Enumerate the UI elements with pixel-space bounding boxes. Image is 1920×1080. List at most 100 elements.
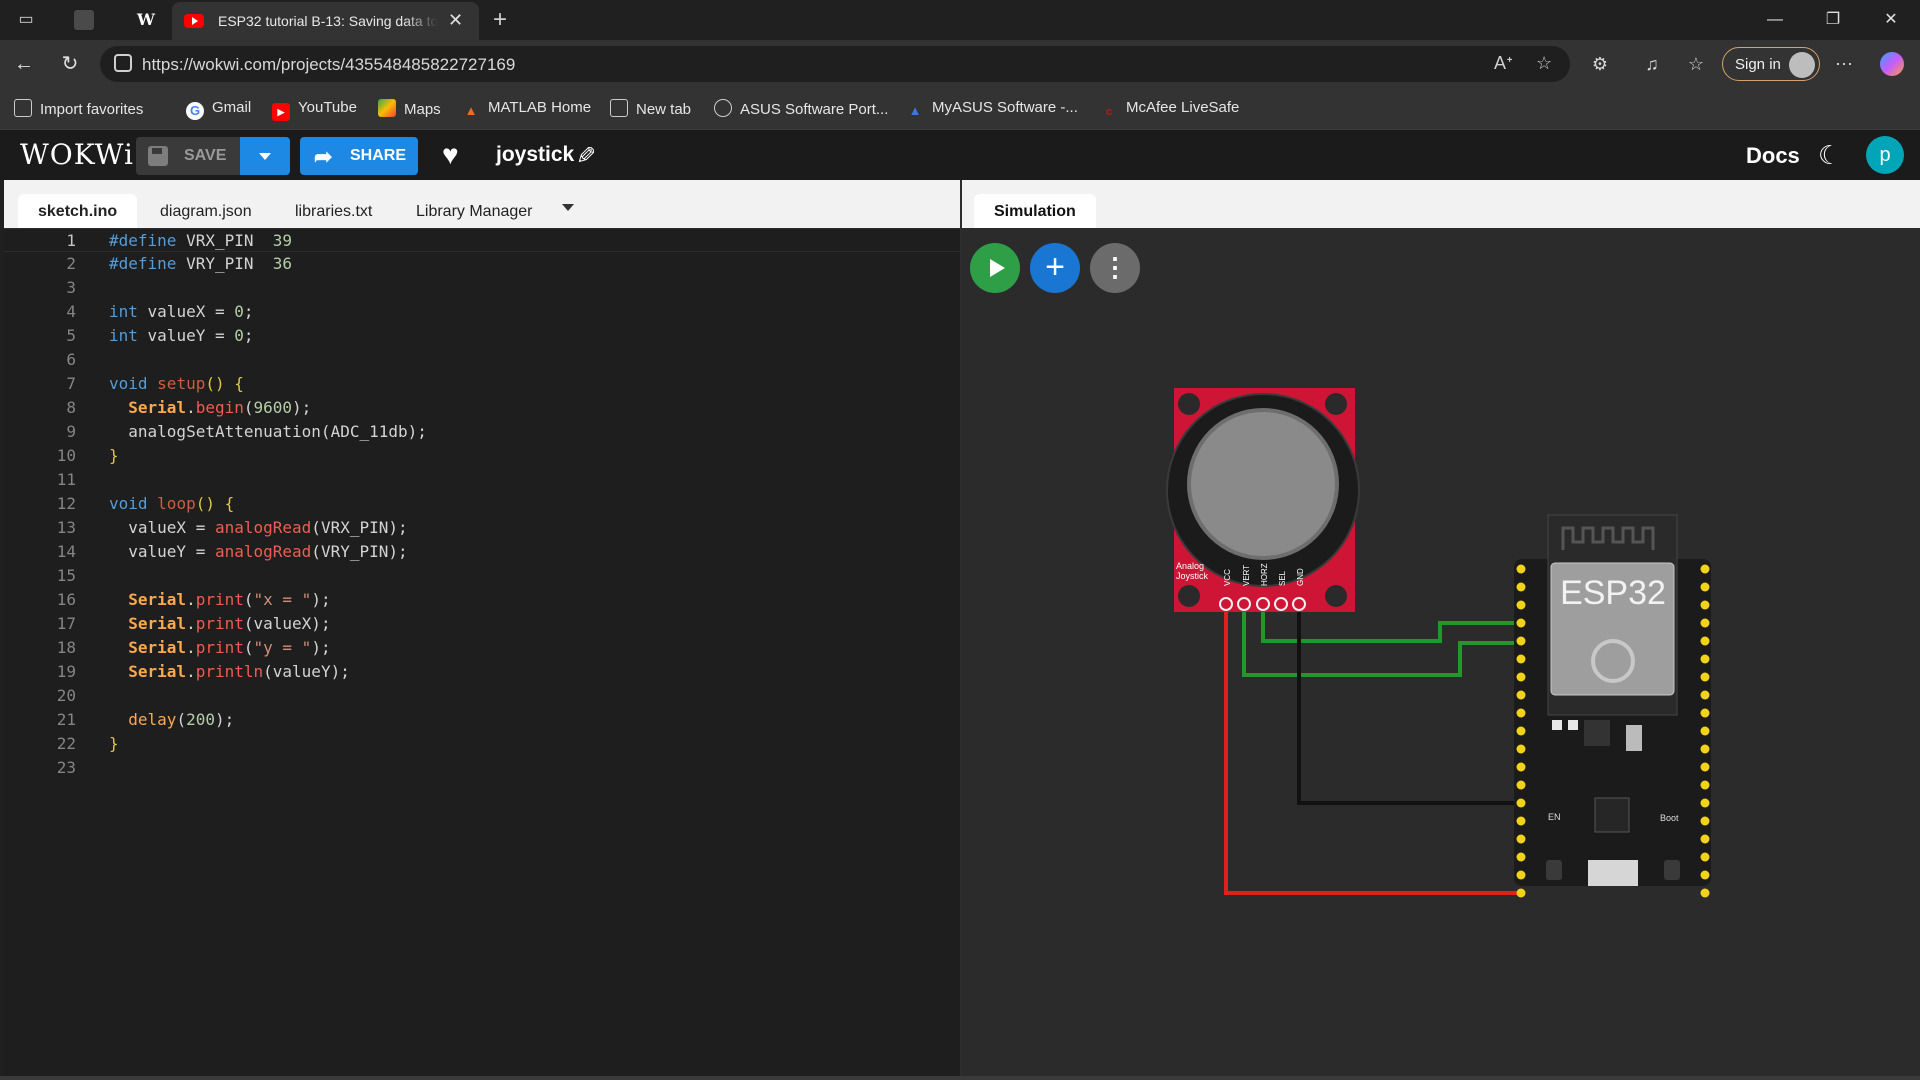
header-pin[interactable] <box>1516 888 1526 898</box>
sign-in-button[interactable]: Sign in <box>1722 47 1820 81</box>
usb-chip <box>1594 797 1630 833</box>
header-pin[interactable] <box>1700 834 1710 844</box>
header-pin[interactable] <box>1516 780 1526 790</box>
header-pin[interactable] <box>1516 690 1526 700</box>
header-pin[interactable] <box>1700 600 1710 610</box>
minimize-icon[interactable]: — <box>1752 6 1798 34</box>
pin-sel[interactable] <box>1274 597 1288 611</box>
new-tab-icon[interactable]: + <box>488 8 512 32</box>
wokwi-tab-favicon-icon[interactable]: W <box>134 8 158 32</box>
tab-active[interactable]: ESP32 tutorial B-13: Saving data to ✕ <box>172 2 479 40</box>
boot-button[interactable] <box>1664 860 1680 880</box>
header-pin[interactable] <box>1700 618 1710 628</box>
pin-vcc[interactable] <box>1219 597 1233 611</box>
header-pin[interactable] <box>1516 762 1526 772</box>
bookmark-mcafee[interactable]: ᴄ McAfee LiveSafe <box>1100 99 1239 119</box>
esp32-devkit[interactable]: ESP32 EN Boot <box>1514 514 1711 898</box>
bookmark-gmail[interactable]: G Gmail <box>186 99 251 120</box>
bookmark-asus-software[interactable]: ASUS Software Port... <box>714 99 888 119</box>
user-avatar[interactable]: p <box>1866 136 1904 174</box>
favorites-icon[interactable]: ☆ <box>1684 52 1708 76</box>
extensions-icon[interactable]: ⚙ <box>1588 52 1612 76</box>
code-area[interactable]: 1 #define VRX_PIN 39 2 #define VRY_PIN 36 … <box>4 228 960 1076</box>
project-name[interactable]: joystick <box>496 143 574 167</box>
line-number: 12 <box>56 494 76 513</box>
save-button[interactable]: SAVE <box>136 137 240 175</box>
back-icon[interactable]: ← <box>12 52 36 76</box>
url-text[interactable]: https://wokwi.com/projects/4355484858227… <box>142 55 515 75</box>
header-pin[interactable] <box>1700 870 1710 880</box>
header-pin[interactable] <box>1516 564 1526 574</box>
header-pin[interactable] <box>1516 618 1526 628</box>
header-pin[interactable] <box>1516 672 1526 682</box>
save-dropdown-button[interactable] <box>240 137 290 175</box>
tab-diagram-json[interactable]: diagram.json <box>160 194 252 228</box>
like-heart-icon[interactable]: ♥ <box>442 140 459 170</box>
header-pin[interactable] <box>1700 726 1710 736</box>
tab-sketch-ino[interactable]: sketch.ino <box>18 194 138 228</box>
address-bar[interactable]: https://wokwi.com/projects/4355484858227… <box>100 46 1570 82</box>
tab-favicon-icon[interactable] <box>74 10 94 30</box>
header-pin[interactable] <box>1516 798 1526 808</box>
pin-gnd[interactable] <box>1292 597 1306 611</box>
tab-library-manager[interactable]: Library Manager <box>416 194 533 228</box>
header-pin[interactable] <box>1700 744 1710 754</box>
header-pin[interactable] <box>1516 708 1526 718</box>
reload-icon[interactable]: ↻ <box>58 52 82 76</box>
pin-vert[interactable] <box>1237 597 1251 611</box>
en-button[interactable] <box>1546 860 1562 880</box>
favorite-star-icon[interactable]: ☆ <box>1536 53 1552 74</box>
pin-horz[interactable] <box>1256 597 1270 611</box>
share-button[interactable]: ➦ SHARE <box>300 137 418 175</box>
close-window-icon[interactable]: ✕ <box>1868 6 1914 34</box>
bookmark-youtube[interactable]: ▶ YouTube <box>272 99 357 121</box>
tab-overflow-chevron-icon[interactable] <box>562 204 574 211</box>
read-aloud-icon[interactable]: Aᐩ <box>1494 53 1513 74</box>
header-pin[interactable] <box>1516 654 1526 664</box>
close-tab-icon[interactable]: ✕ <box>448 10 463 31</box>
header-pin[interactable] <box>1516 852 1526 862</box>
restore-icon[interactable]: ❐ <box>1810 6 1856 34</box>
header-pin[interactable] <box>1700 564 1710 574</box>
docs-link[interactable]: Docs <box>1746 143 1800 169</box>
header-pin[interactable] <box>1516 744 1526 754</box>
header-pin[interactable] <box>1700 798 1710 808</box>
copilot-icon[interactable] <box>1880 52 1904 76</box>
header-pin[interactable] <box>1516 834 1526 844</box>
site-info-icon[interactable] <box>114 54 132 72</box>
wire-power[interactable] <box>1224 612 1519 895</box>
tab-libraries-txt[interactable]: libraries.txt <box>295 194 372 228</box>
bookmark-matlab[interactable]: ▲ MATLAB Home <box>462 99 592 119</box>
header-pin[interactable] <box>1516 816 1526 826</box>
header-pin[interactable] <box>1700 888 1710 898</box>
header-pin[interactable] <box>1516 582 1526 592</box>
bookmark-new-tab[interactable]: New tab <box>610 99 691 119</box>
header-pin[interactable] <box>1700 852 1710 862</box>
header-pin[interactable] <box>1700 582 1710 592</box>
header-pin[interactable] <box>1700 762 1710 772</box>
media-icon[interactable]: ♫ <box>1640 52 1664 76</box>
wokwi-logo[interactable]: WOKWi <box>20 138 134 171</box>
more-options-icon[interactable]: ⋯ <box>1832 52 1856 76</box>
header-pin[interactable] <box>1516 726 1526 736</box>
header-pin[interactable] <box>1516 600 1526 610</box>
header-pin[interactable] <box>1516 636 1526 646</box>
header-pin[interactable] <box>1700 690 1710 700</box>
wire-horz-signal[interactable] <box>1261 612 1519 643</box>
sidebar-toggle-icon[interactable]: ▭ <box>14 8 38 32</box>
header-pin[interactable] <box>1516 870 1526 880</box>
joystick-knob[interactable] <box>1187 408 1339 560</box>
analog-joystick[interactable]: Analog Joystick VCC VERT HORZ SEL GND <box>1166 388 1360 612</box>
header-pin[interactable] <box>1700 672 1710 682</box>
header-pin[interactable] <box>1700 708 1710 718</box>
header-pin[interactable] <box>1700 780 1710 790</box>
header-pin[interactable] <box>1700 816 1710 826</box>
bookmark-myasus[interactable]: ▲ MyASUS Software -... <box>906 99 1078 119</box>
bookmark-import-favorites[interactable]: Import favorites <box>14 99 143 119</box>
circuit-canvas[interactable]: Analog Joystick VCC VERT HORZ SEL GND ES… <box>962 180 1920 1076</box>
dark-mode-moon-icon[interactable]: ☾ <box>1818 140 1841 171</box>
edit-pencil-icon[interactable]: ✎ <box>576 142 596 171</box>
bookmark-maps[interactable]: Maps <box>378 99 441 119</box>
header-pin[interactable] <box>1700 636 1710 646</box>
header-pin[interactable] <box>1700 654 1710 664</box>
